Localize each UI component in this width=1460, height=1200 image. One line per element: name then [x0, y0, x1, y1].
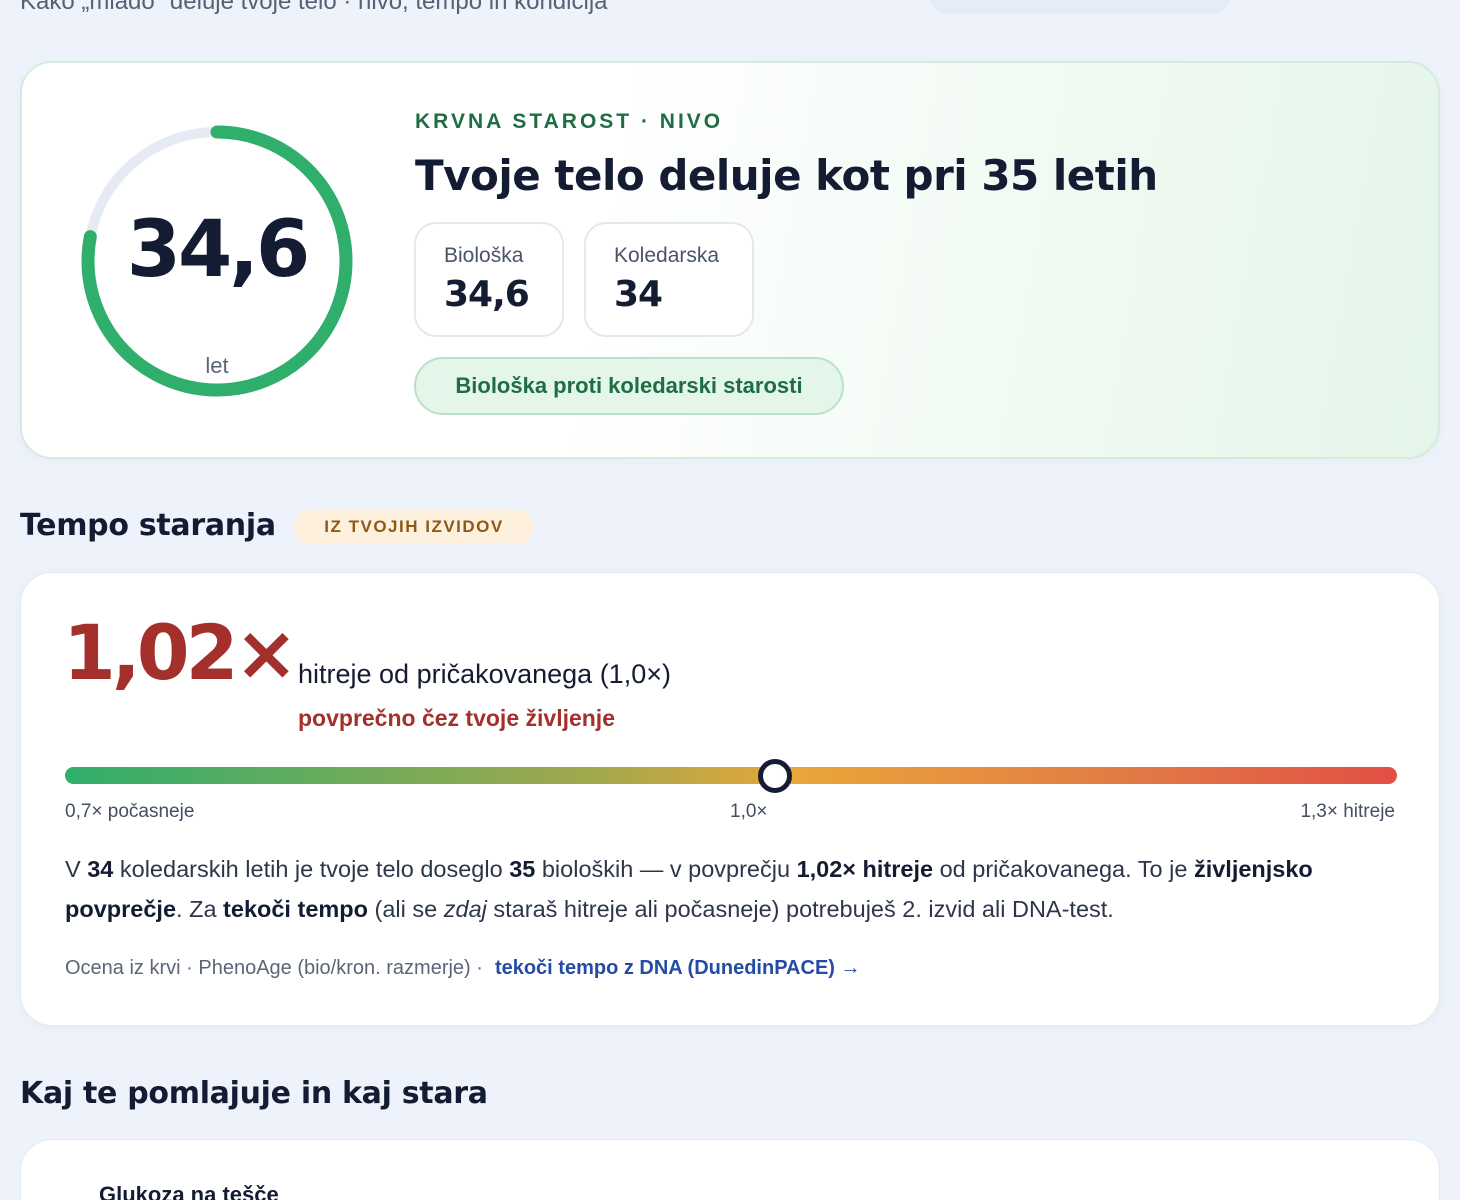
dna-pace-link[interactable]: tekoči tempo z DNA (DunedinPACE) →	[495, 957, 861, 979]
scale-label-min: 0,7× počasneje	[65, 801, 195, 822]
text: (ali se	[368, 896, 444, 922]
tempo-section-title: Tempo staranja	[20, 508, 276, 543]
pace-scale-marker	[758, 759, 793, 793]
aging-pace-card: 1,02× hitreje od pričakovanega (1,0×) po…	[20, 572, 1440, 1026]
pace-scale-track	[65, 759, 1397, 793]
scale-label-max: 1,3× hitreje	[1300, 801, 1395, 822]
text-emphasis: zdaj	[443, 896, 487, 922]
text-strong: tekoči tempo	[223, 896, 368, 922]
text-strong: 34	[87, 856, 114, 882]
stat-calendar-value: 34	[614, 274, 663, 315]
factors-card: Glukoza na tešče	[20, 1139, 1440, 1200]
age-ring: 34,6 let	[77, 121, 357, 401]
stat-calendar-label: Koledarska	[614, 244, 720, 267]
biological-age-unit: let	[205, 353, 229, 378]
stat-biological-value: 34,6	[444, 274, 530, 315]
pace-description: hitreje od pričakovanega (1,0×)	[298, 659, 671, 689]
stat-biological: Biološka 34,6	[414, 222, 564, 337]
text: staraš hitreje ali počasneje) potrebuješ…	[486, 896, 1114, 922]
pace-footnote: Ocena iz krvi · PhenoAge (bio/kron. razm…	[65, 957, 861, 980]
stat-calendar: Koledarska 34	[584, 222, 754, 337]
card-eyebrow: KRVNA STAROST · NIVO	[415, 110, 724, 133]
pace-value: 1,02×	[63, 608, 298, 697]
factors-section-title: Kaj te pomlajuje in kaj stara	[20, 1076, 488, 1111]
stat-biological-label: Biološka	[444, 244, 524, 267]
text: koledarskih letih je tvoje telo doseglo	[113, 856, 510, 882]
text: V	[65, 856, 88, 882]
text: od pričakovanega. To je	[933, 856, 1194, 882]
header-control-fade	[930, 0, 1230, 14]
source-badge: IZ TVOJIH IZVIDOV	[294, 510, 534, 544]
card-title: Tvoje telo deluje kot pri 35 letih	[415, 151, 1158, 200]
text-strong: 1,02× hitreje	[796, 856, 934, 882]
scale-label-mid: 1,0×	[730, 801, 768, 822]
text-strong: 35	[509, 856, 536, 882]
bio-vs-calendar-button[interactable]: Biološka proti koledarski starosti	[414, 357, 844, 415]
text: bioloških — v povprečju	[535, 856, 797, 882]
biological-age-value: 34,6	[126, 205, 310, 295]
blood-age-card: 34,6 let KRVNA STAROST · NIVO Tvoje telo…	[20, 61, 1440, 459]
pace-explanation: V 34 koledarskih letih je tvoje telo dos…	[65, 849, 1405, 929]
factor-item-label: Glukoza na tešče	[99, 1182, 279, 1200]
page-subtitle: Kako „mlado" deluje tvoje telo · nivo, t…	[20, 0, 608, 15]
footnote-text: Ocena iz krvi · PhenoAge (bio/kron. razm…	[65, 957, 483, 979]
pace-subtitle: povprečno čez tvoje življenje	[298, 705, 615, 731]
text: . Za	[176, 896, 224, 922]
page: Kako „mlado" deluje tvoje telo · nivo, t…	[0, 0, 1460, 1200]
